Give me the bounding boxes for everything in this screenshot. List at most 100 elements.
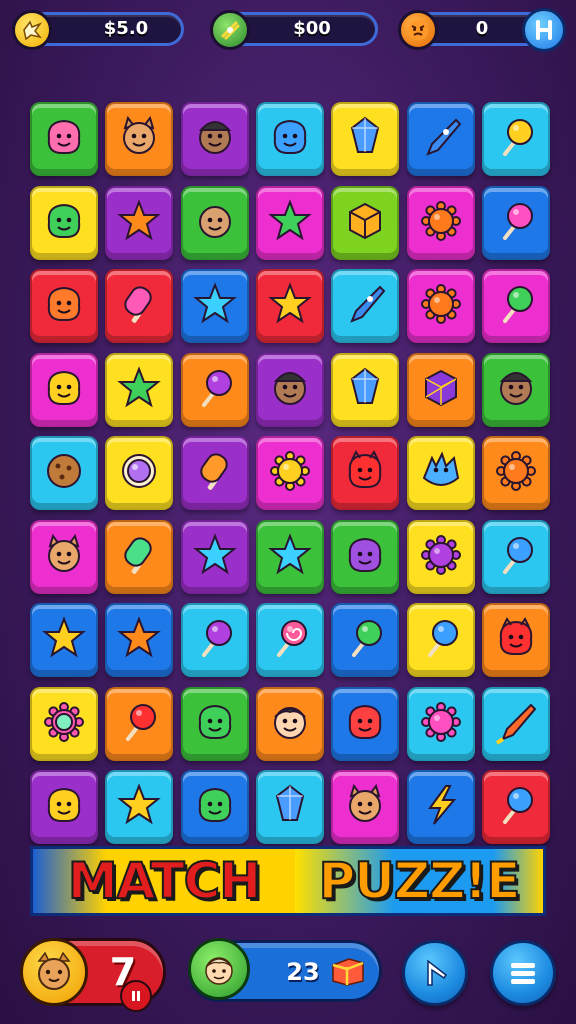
board-tile[interactable] [180, 519, 249, 594]
red-lollipop-icon [116, 699, 162, 749]
board-tile[interactable] [255, 770, 324, 844]
swirl-lollipop-icon [267, 615, 313, 665]
board-tile[interactable] [105, 519, 174, 594]
green-popsicle-icon [116, 532, 162, 582]
blue-gem-icon [342, 365, 388, 415]
board-tile[interactable] [255, 102, 324, 176]
board-tile[interactable] [30, 686, 98, 761]
cat-avatar-icon [20, 938, 88, 1006]
green-star-icon [267, 198, 313, 248]
board-tile[interactable] [180, 770, 249, 844]
board-tile[interactable] [481, 269, 550, 343]
board-tile[interactable] [481, 603, 550, 677]
board-tile[interactable] [30, 352, 98, 427]
boy-face-icon [267, 699, 313, 749]
board-tile[interactable] [105, 102, 174, 176]
board-tile[interactable] [255, 185, 324, 260]
treasure-box-icon [329, 953, 367, 987]
pause-button[interactable] [120, 980, 152, 1012]
board-tile[interactable] [105, 436, 174, 510]
blue-dragon-icon [418, 448, 464, 498]
board-tile[interactable] [30, 770, 98, 844]
board-tile[interactable] [331, 185, 400, 260]
board-tile[interactable] [481, 185, 550, 260]
board-tile[interactable] [406, 519, 475, 594]
orange-blob-icon [41, 281, 87, 331]
menu-button[interactable] [490, 940, 556, 1006]
board-tile[interactable] [331, 603, 400, 677]
board-tile[interactable] [255, 436, 324, 510]
cyan-star-icon [267, 532, 313, 582]
blue-lollipop-icon [493, 532, 539, 582]
board-tile[interactable] [180, 603, 249, 677]
board-tile[interactable] [30, 603, 98, 677]
board-tile[interactable] [255, 686, 324, 761]
board-tile[interactable] [180, 686, 249, 761]
gems-value: $00 [293, 18, 331, 39]
red-monster-icon [342, 448, 388, 498]
board-tile[interactable] [30, 519, 98, 594]
yellow-star-icon [116, 782, 162, 832]
coin-icon [12, 10, 52, 50]
board-tile[interactable] [406, 686, 475, 761]
blue-gem-icon [342, 114, 388, 164]
angry-face-icon [398, 10, 438, 50]
board-tile[interactable] [331, 352, 400, 427]
board-tile[interactable] [30, 269, 98, 343]
board-tile[interactable] [331, 436, 400, 510]
board-tile[interactable] [30, 436, 98, 510]
coins-value: $5.0 [103, 18, 149, 39]
board-tile[interactable] [255, 603, 324, 677]
board-tile[interactable] [331, 686, 400, 761]
bald-face-icon [192, 198, 238, 248]
board-tile[interactable] [481, 686, 550, 761]
board-tile[interactable] [406, 185, 475, 260]
cat-face-icon [116, 114, 162, 164]
orange-sun-icon [493, 448, 539, 498]
blue-rocket-icon [418, 114, 464, 164]
board-tile[interactable] [105, 269, 174, 343]
blue-gem-icon [267, 782, 313, 832]
board-tile[interactable] [180, 269, 249, 343]
board-tile[interactable] [406, 269, 475, 343]
orange-sun-icon [418, 281, 464, 331]
board-tile[interactable] [406, 603, 475, 677]
board-tile[interactable] [481, 519, 550, 594]
cat-face-icon [342, 782, 388, 832]
board-tile[interactable] [331, 519, 400, 594]
board-tile[interactable] [481, 436, 550, 510]
board-tile[interactable] [331, 770, 400, 844]
board-tile[interactable] [481, 102, 550, 176]
board-tile[interactable] [481, 770, 550, 844]
board-tile[interactable] [406, 102, 475, 176]
board-tile[interactable] [331, 102, 400, 176]
board-tile[interactable] [180, 185, 249, 260]
cube-icon [342, 198, 388, 248]
board-tile[interactable] [180, 436, 249, 510]
board-tile[interactable] [30, 185, 98, 260]
title-word-1: MATCH [33, 849, 295, 913]
board-tile[interactable] [180, 102, 249, 176]
board-tile[interactable] [255, 269, 324, 343]
hat-face-icon [192, 114, 238, 164]
board-tile[interactable] [406, 352, 475, 427]
board-tile[interactable] [406, 436, 475, 510]
board-tile[interactable] [255, 519, 324, 594]
board-tile[interactable] [105, 352, 174, 427]
title-banner: MATCH PUZZ!E [30, 846, 546, 916]
board-tile[interactable] [331, 269, 400, 343]
add-button[interactable] [522, 8, 566, 52]
board-tile[interactable] [406, 770, 475, 844]
yellow-blob-icon [41, 365, 87, 415]
board-tile[interactable] [30, 102, 98, 176]
board-tile[interactable] [105, 770, 174, 844]
board-tile[interactable] [481, 352, 550, 427]
board-tile[interactable] [180, 352, 249, 427]
board-tile[interactable] [255, 352, 324, 427]
orange-popsicle-icon [192, 448, 238, 498]
board-tile[interactable] [105, 603, 174, 677]
board-tile[interactable] [105, 185, 174, 260]
blue-lollipop-icon [493, 782, 539, 832]
play-button[interactable] [402, 940, 468, 1006]
board-tile[interactable] [105, 686, 174, 761]
